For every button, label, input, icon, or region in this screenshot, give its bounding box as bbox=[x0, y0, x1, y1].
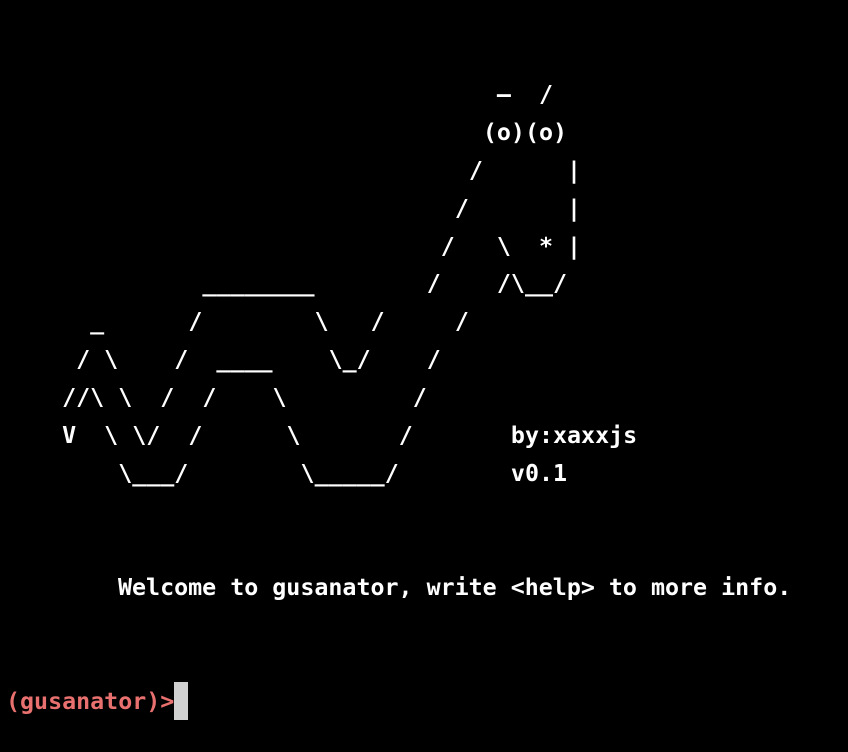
ascii-art-line: / | bbox=[6, 194, 582, 222]
ascii-art-line: (o)(o) bbox=[6, 118, 568, 146]
terminal-window[interactable]: ‒ / (o)(o) / | / | / \ * | ________ / /\… bbox=[0, 0, 848, 752]
ascii-art-banner: ‒ / (o)(o) / | / | / \ * | ________ / /\… bbox=[6, 76, 637, 493]
ascii-art-line: //\ \ / / \ / bbox=[6, 384, 427, 412]
ascii-art-line: / \ * | bbox=[6, 232, 582, 260]
ascii-art-line: ________ / /\__/ bbox=[6, 270, 568, 298]
ascii-art-line: V \ \/ / \ / by:xaxxjs bbox=[6, 422, 638, 450]
ascii-art-line: ‒ / bbox=[6, 81, 554, 108]
ascii-art-line: / | bbox=[6, 156, 582, 184]
welcome-message: Welcome to gusanator, write <help> to mo… bbox=[118, 574, 792, 601]
ascii-art-line: _ / \ / / bbox=[6, 308, 469, 336]
text-cursor bbox=[174, 682, 189, 720]
prompt-label: (gusanator)> bbox=[6, 687, 175, 715]
command-prompt-line[interactable]: (gusanator)> bbox=[6, 682, 189, 720]
ascii-art-line: / \ / ____ \_/ / bbox=[6, 346, 441, 374]
ascii-art-line: \___/ \_____/ v0.1 bbox=[6, 459, 568, 487]
